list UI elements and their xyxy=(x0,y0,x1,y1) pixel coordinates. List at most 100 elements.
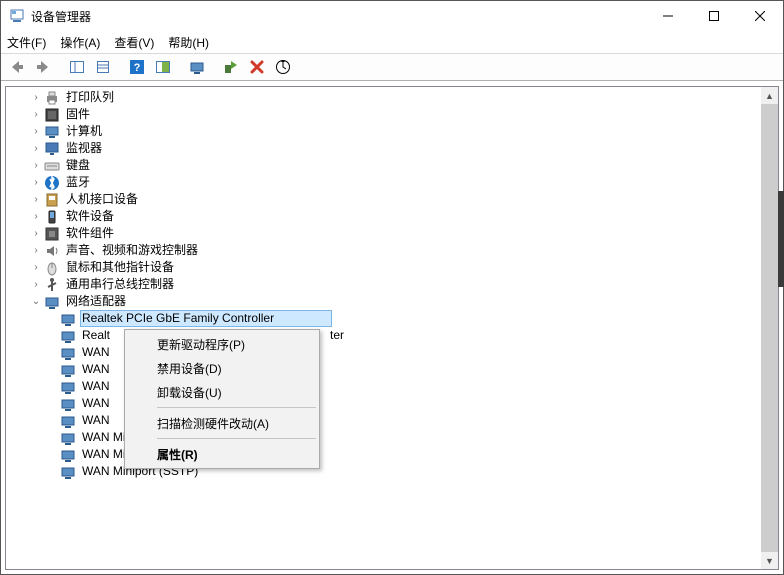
toolbar: ? xyxy=(1,53,783,81)
category-hid[interactable]: ›人机接口设备 xyxy=(6,191,761,208)
network-device-icon xyxy=(60,430,76,446)
context-menu: 更新驱动程序(P) 禁用设备(D) 卸载设备(U) 扫描检测硬件改动(A) 属性… xyxy=(124,329,320,469)
device-manager-window: 设备管理器 文件(F) 操作(A) 查看(V) 帮助(H) ? ›打印队列›固件… xyxy=(0,0,784,575)
close-button[interactable] xyxy=(737,1,783,31)
device-row[interactable]: WAN xyxy=(6,378,761,395)
chevron-right-icon[interactable]: › xyxy=(28,157,44,174)
uninstall-button[interactable] xyxy=(245,56,269,78)
ctx-scan-hardware[interactable]: 扫描检测硬件改动(A) xyxy=(127,411,317,435)
device-row[interactable]: WAN Miniport (PPPOE) xyxy=(6,429,761,446)
category-label: 软件设备 xyxy=(64,208,116,225)
ctx-disable-device[interactable]: 禁用设备(D) xyxy=(127,356,317,380)
device-label: WAN xyxy=(80,361,116,378)
printer-icon xyxy=(44,90,60,106)
category-printer[interactable]: ›打印队列 xyxy=(6,89,761,106)
scroll-down-button[interactable]: ▼ xyxy=(761,552,778,569)
category-label: 通用串行总线控制器 xyxy=(64,276,176,293)
device-tree[interactable]: ›打印队列›固件›计算机›监视器›键盘›蓝牙›人机接口设备›软件设备›软件组件›… xyxy=(6,87,761,569)
window-edge-marker xyxy=(778,191,784,287)
usb-icon xyxy=(44,277,60,293)
category-label: 网络适配器 xyxy=(64,293,128,310)
device-label: WAN xyxy=(80,395,116,412)
device-label: WAN xyxy=(80,344,116,361)
show-hide-tree-button[interactable] xyxy=(65,56,89,78)
enable-device-button[interactable] xyxy=(219,56,243,78)
category-firmware[interactable]: ›固件 xyxy=(6,106,761,123)
device-row[interactable]: WAN xyxy=(6,361,761,378)
menu-file[interactable]: 文件(F) xyxy=(7,34,46,51)
chevron-right-icon[interactable]: › xyxy=(28,225,44,242)
content-area: ›打印队列›固件›计算机›监视器›键盘›蓝牙›人机接口设备›软件设备›软件组件›… xyxy=(1,81,783,574)
chevron-right-icon[interactable]: › xyxy=(28,140,44,157)
category-mouse[interactable]: › 鼠标和其他指针设备 xyxy=(6,259,761,276)
category-netadapter[interactable]: ⌄ 网络适配器 xyxy=(6,293,761,310)
device-row[interactable]: WAN xyxy=(6,344,761,361)
console-options-button[interactable] xyxy=(151,56,175,78)
chevron-right-icon[interactable]: › xyxy=(28,191,44,208)
chevron-right-icon[interactable]: › xyxy=(28,123,44,140)
scroll-track[interactable] xyxy=(761,104,778,552)
chevron-right-icon[interactable]: › xyxy=(28,276,44,293)
forward-button[interactable] xyxy=(31,56,55,78)
monitor-icon xyxy=(44,141,60,157)
network-device-icon xyxy=(60,345,76,361)
device-row[interactable]: WAN xyxy=(6,412,761,429)
chevron-right-icon[interactable]: › xyxy=(28,208,44,225)
firmware-icon xyxy=(44,107,60,123)
hid-icon xyxy=(44,192,60,208)
scroll-up-button[interactable]: ▲ xyxy=(761,87,778,104)
device-row[interactable]: Realtter xyxy=(6,327,761,344)
scan-hardware-button[interactable] xyxy=(271,56,295,78)
menu-view[interactable]: 查看(V) xyxy=(114,34,154,51)
category-computer[interactable]: ›计算机 xyxy=(6,123,761,140)
category-bluetooth[interactable]: › 蓝牙 xyxy=(6,174,761,191)
network-device-icon xyxy=(60,413,76,429)
category-softcomp[interactable]: ›软件组件 xyxy=(6,225,761,242)
network-device-icon xyxy=(60,379,76,395)
chevron-right-icon[interactable]: › xyxy=(28,106,44,123)
computer-icon xyxy=(44,124,60,140)
category-label: 键盘 xyxy=(64,157,92,174)
device-row[interactable]: WAN xyxy=(6,395,761,412)
ctx-update-driver[interactable]: 更新驱动程序(P) xyxy=(127,332,317,356)
category-keyboard[interactable]: › 键盘 xyxy=(6,157,761,174)
device-row[interactable]: WAN Miniport (SSTP) xyxy=(6,463,761,480)
menu-action[interactable]: 操作(A) xyxy=(60,34,100,51)
chevron-right-icon[interactable]: › xyxy=(28,242,44,259)
network-device-icon xyxy=(60,464,76,480)
chevron-right-icon[interactable]: › xyxy=(28,259,44,276)
chevron-right-icon[interactable]: › xyxy=(28,89,44,106)
device-row[interactable]: Realtek PCIe GbE Family Controller xyxy=(6,310,761,327)
ctx-properties[interactable]: 属性(R) xyxy=(127,442,317,466)
mouse-icon xyxy=(44,260,60,276)
category-label: 蓝牙 xyxy=(64,174,92,191)
help-button[interactable]: ? xyxy=(125,56,149,78)
category-label: 声音、视频和游戏控制器 xyxy=(64,242,200,259)
scroll-thumb[interactable] xyxy=(761,104,778,552)
minimize-button[interactable] xyxy=(645,1,691,31)
network-device-icon xyxy=(60,311,76,327)
softdev-icon xyxy=(44,209,60,225)
category-label: 鼠标和其他指针设备 xyxy=(64,259,176,276)
device-label: Realt xyxy=(80,327,116,344)
back-button[interactable] xyxy=(5,56,29,78)
network-device-icon xyxy=(60,328,76,344)
update-driver-button[interactable] xyxy=(185,56,209,78)
network-device-icon xyxy=(60,396,76,412)
category-audio[interactable]: › 声音、视频和游戏控制器 xyxy=(6,242,761,259)
device-label: Realtek PCIe GbE Family Controller xyxy=(80,310,332,327)
maximize-button[interactable] xyxy=(691,1,737,31)
properties-button[interactable] xyxy=(91,56,115,78)
vertical-scrollbar[interactable]: ▲ ▼ xyxy=(761,87,778,569)
category-usb[interactable]: › 通用串行总线控制器 xyxy=(6,276,761,293)
menu-help[interactable]: 帮助(H) xyxy=(168,34,209,51)
category-monitor[interactable]: › 监视器 xyxy=(6,140,761,157)
chevron-right-icon[interactable]: › xyxy=(28,174,44,191)
device-row[interactable]: WAN Miniport (PPTP) xyxy=(6,446,761,463)
titlebar: 设备管理器 xyxy=(1,1,783,31)
category-label: 监视器 xyxy=(64,140,104,157)
ctx-uninstall-device[interactable]: 卸载设备(U) xyxy=(127,380,317,404)
chevron-down-icon[interactable]: ⌄ xyxy=(28,293,44,310)
category-softdev[interactable]: › 软件设备 xyxy=(6,208,761,225)
window-title: 设备管理器 xyxy=(31,8,91,25)
